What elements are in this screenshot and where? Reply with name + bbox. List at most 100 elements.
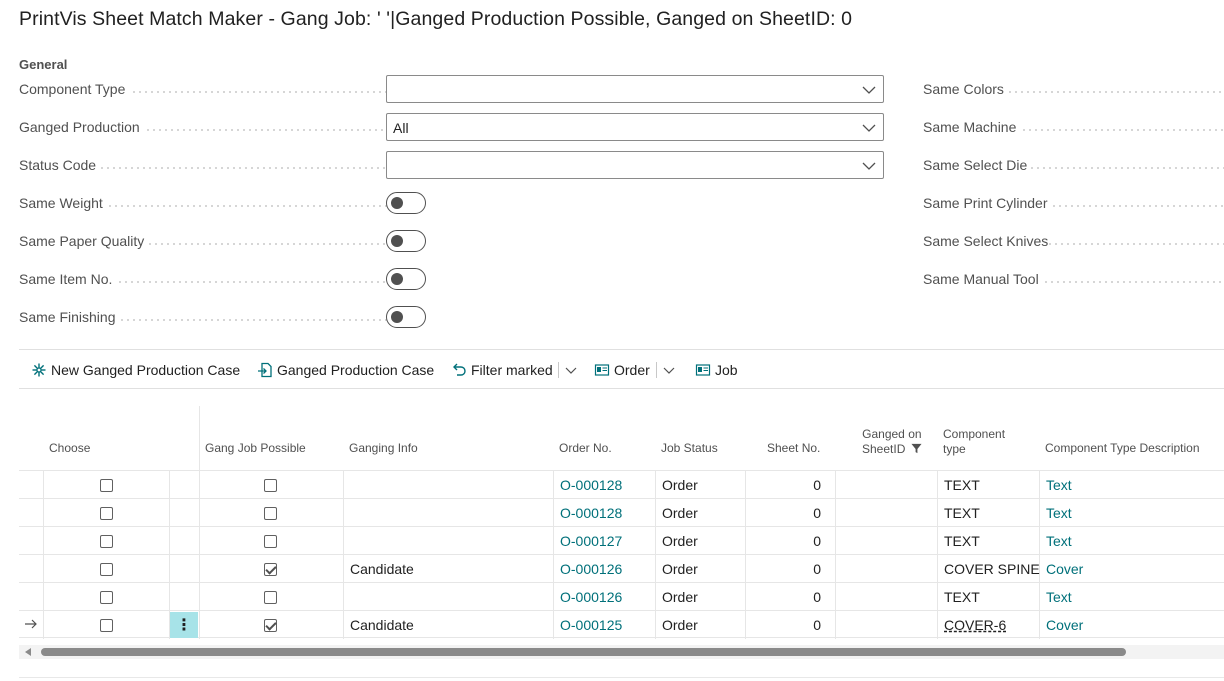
component-type-description-link[interactable]: Text	[1046, 527, 1072, 555]
table-row[interactable]: O-000128 Order 0 TEXT Text	[19, 470, 1224, 499]
field-leader-dots	[147, 243, 393, 245]
column-divider	[43, 611, 44, 639]
header-order-no[interactable]: Order No.	[559, 441, 612, 456]
header-sheet-no[interactable]: Sheet No.	[767, 441, 820, 456]
general-group-caption[interactable]: General	[19, 57, 67, 72]
ganged-production-case-button[interactable]: Ganged Production Case	[257, 360, 434, 380]
column-divider	[1039, 527, 1040, 555]
same-finishing-toggle[interactable]	[386, 306, 426, 328]
sheet-no-cell[interactable]: 0	[745, 555, 821, 583]
job-status-cell[interactable]: Order	[662, 611, 698, 639]
component-type-cell[interactable]: COVER SPINE	[944, 555, 1040, 583]
choose-checkbox[interactable]	[100, 506, 113, 520]
header-ganging-info[interactable]: Ganging Info	[349, 441, 418, 456]
component-type-description-link[interactable]: Text	[1046, 499, 1072, 527]
choose-checkbox[interactable]	[100, 562, 113, 576]
order-no-link[interactable]: O-000128	[560, 471, 622, 499]
header-job-status[interactable]: Job Status	[661, 441, 718, 456]
choose-checkbox[interactable]	[100, 478, 113, 492]
column-divider	[553, 471, 554, 499]
order-no-link[interactable]: O-000126	[560, 555, 622, 583]
choose-checkbox[interactable]	[100, 534, 113, 548]
row-actions-ellipsis-button[interactable]: ⋮	[170, 612, 198, 638]
order-no-link[interactable]: O-000128	[560, 499, 622, 527]
gang-possible-cell	[264, 611, 277, 639]
gang-possible-checkbox[interactable]	[264, 534, 277, 548]
choose-checkbox[interactable]	[100, 590, 113, 604]
gang-possible-checkbox[interactable]	[264, 506, 277, 520]
component-type-cell[interactable]: TEXT	[944, 471, 980, 499]
ganging-info-cell[interactable]: Candidate	[350, 555, 414, 583]
component-type-description-link[interactable]: Text	[1046, 471, 1072, 499]
component-type-description-link[interactable]: Text	[1046, 583, 1072, 611]
job-button[interactable]: Job	[695, 360, 738, 380]
order-button[interactable]: Order	[594, 360, 650, 380]
status-code-select[interactable]	[386, 151, 884, 179]
header-gang-job-possible[interactable]: Gang Job Possible	[205, 441, 306, 456]
order-no-link[interactable]: O-000127	[560, 527, 622, 555]
sheet-no-cell[interactable]: 0	[745, 471, 821, 499]
table-row[interactable]: Candidate O-000126 Order 0 COVER SPINE C…	[19, 554, 1224, 583]
table-row[interactable]: O-000127 Order 0 TEXT Text	[19, 526, 1224, 555]
field-leader-dots	[117, 281, 393, 283]
job-status-cell[interactable]: Order	[662, 499, 698, 527]
header-ganged-on-sheetid[interactable]: Ganged on SheetID	[862, 427, 922, 457]
ganging-info-cell[interactable]: Candidate	[350, 611, 414, 639]
header-choose[interactable]: Choose	[49, 441, 90, 456]
component-type-description-link[interactable]: Cover	[1046, 611, 1083, 639]
column-divider	[1039, 499, 1040, 527]
column-divider	[655, 611, 656, 639]
scroll-left-arrow-icon[interactable]	[25, 648, 31, 656]
order-no-link[interactable]: O-000126	[560, 583, 622, 611]
order-no-link[interactable]: O-000125	[560, 611, 622, 639]
column-divider	[937, 611, 938, 639]
gang-possible-cell	[264, 555, 277, 583]
field-label: Ganged Production	[19, 119, 140, 135]
job-status-cell[interactable]: Order	[662, 555, 698, 583]
same-item-no-toggle[interactable]	[386, 268, 426, 290]
sheet-no-cell[interactable]: 0	[745, 527, 821, 555]
component-type-cell[interactable]: COVER-6	[944, 611, 1006, 639]
column-divider	[199, 583, 200, 611]
horizontal-scrollbar[interactable]	[19, 645, 1224, 659]
gang-possible-checkbox[interactable]	[264, 618, 277, 632]
gang-possible-checkbox[interactable]	[264, 590, 277, 604]
chevron-down-icon[interactable]	[662, 362, 676, 378]
toolbar-label: Order	[614, 362, 650, 378]
column-divider	[343, 471, 344, 499]
table-row[interactable]: O-000128 Order 0 TEXT Text	[19, 498, 1224, 527]
chevron-down-icon[interactable]	[564, 362, 578, 378]
sheet-no-cell[interactable]: 0	[745, 499, 821, 527]
toolbar-label: Filter marked	[471, 362, 553, 378]
column-divider	[553, 583, 554, 611]
header-component-type-description[interactable]: Component Type Description	[1045, 441, 1200, 456]
table-row[interactable]: O-000126 Order 0 TEXT Text	[19, 582, 1224, 611]
ganged-production-select[interactable]: All	[386, 113, 884, 141]
table-row-selected[interactable]: ⋮ Candidate O-000125 Order 0 COVER-6 Cov…	[19, 610, 1224, 639]
filter-marked-button[interactable]: Filter marked	[451, 360, 553, 380]
same-paper-quality-toggle[interactable]	[386, 230, 426, 252]
job-status-cell[interactable]: Order	[662, 471, 698, 499]
column-divider	[655, 527, 656, 555]
component-type-select[interactable]	[386, 75, 884, 103]
gang-possible-checkbox[interactable]	[264, 478, 277, 492]
column-divider	[169, 583, 170, 611]
choose-checkbox[interactable]	[100, 618, 113, 632]
row-selected-arrow-icon	[25, 619, 37, 629]
component-type-cell[interactable]: TEXT	[944, 499, 980, 527]
scrollbar-thumb[interactable]	[41, 648, 1126, 656]
same-weight-toggle[interactable]	[386, 192, 426, 214]
new-ganged-production-case-button[interactable]: New Ganged Production Case	[31, 360, 240, 380]
toolbar-separator	[656, 362, 657, 378]
sheet-no-cell[interactable]: 0	[745, 611, 821, 639]
gang-possible-checkbox[interactable]	[264, 562, 277, 576]
job-status-cell[interactable]: Order	[662, 583, 698, 611]
job-status-cell[interactable]: Order	[662, 527, 698, 555]
gang-possible-cell	[264, 499, 277, 527]
column-divider	[937, 583, 938, 611]
component-type-description-link[interactable]: Cover	[1046, 555, 1083, 583]
component-type-cell[interactable]: TEXT	[944, 583, 980, 611]
component-type-cell[interactable]: TEXT	[944, 527, 980, 555]
header-component-type[interactable]: Component type	[943, 427, 1005, 457]
sheet-no-cell[interactable]: 0	[745, 583, 821, 611]
